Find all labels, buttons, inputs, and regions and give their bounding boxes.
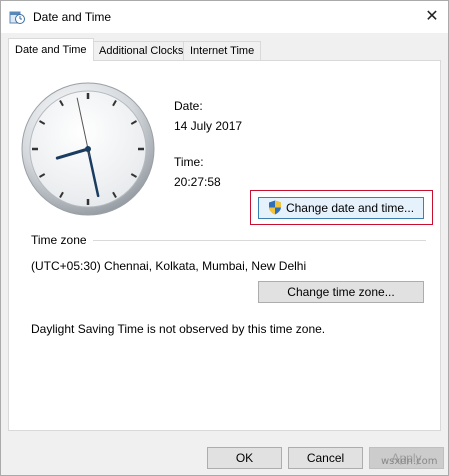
date-value: 14 July 2017 [174, 119, 243, 133]
change-timezone-button[interactable]: Change time zone... [258, 281, 424, 303]
cancel-button[interactable]: Cancel [288, 447, 363, 469]
timezone-heading: Time zone [31, 233, 87, 247]
close-icon[interactable]: ✕ [420, 5, 444, 29]
change-date-time-button[interactable]: Change date and time... [258, 197, 424, 219]
change-date-time-label: Change date and time... [285, 201, 415, 215]
timezone-divider [93, 240, 426, 241]
clock-center [85, 146, 91, 152]
window-title: Date and Time [33, 10, 112, 24]
datetime-icon [9, 11, 25, 24]
tab-date-and-time[interactable]: Date and Time [8, 38, 94, 61]
time-label: Time: [174, 155, 204, 169]
timezone-value: (UTC+05:30) Chennai, Kolkata, Mumbai, Ne… [31, 259, 307, 273]
uac-shield-icon [268, 200, 281, 215]
title-bar[interactable]: Date and Time ✕ [1, 1, 448, 33]
watermark: wsxdn.com [381, 456, 438, 467]
dst-note: Daylight Saving Time is not observed by … [31, 322, 326, 336]
ok-button[interactable]: OK [207, 447, 282, 469]
tab-additional-clocks[interactable]: Additional Clocks [92, 41, 191, 60]
tab-internet-time[interactable]: Internet Time [183, 41, 262, 60]
date-label: Date: [174, 99, 203, 113]
dialog-window: Date and Time ✕ Date and Time Additional… [0, 0, 449, 476]
analog-clock [21, 82, 155, 216]
time-value: 20:27:58 [174, 175, 221, 189]
